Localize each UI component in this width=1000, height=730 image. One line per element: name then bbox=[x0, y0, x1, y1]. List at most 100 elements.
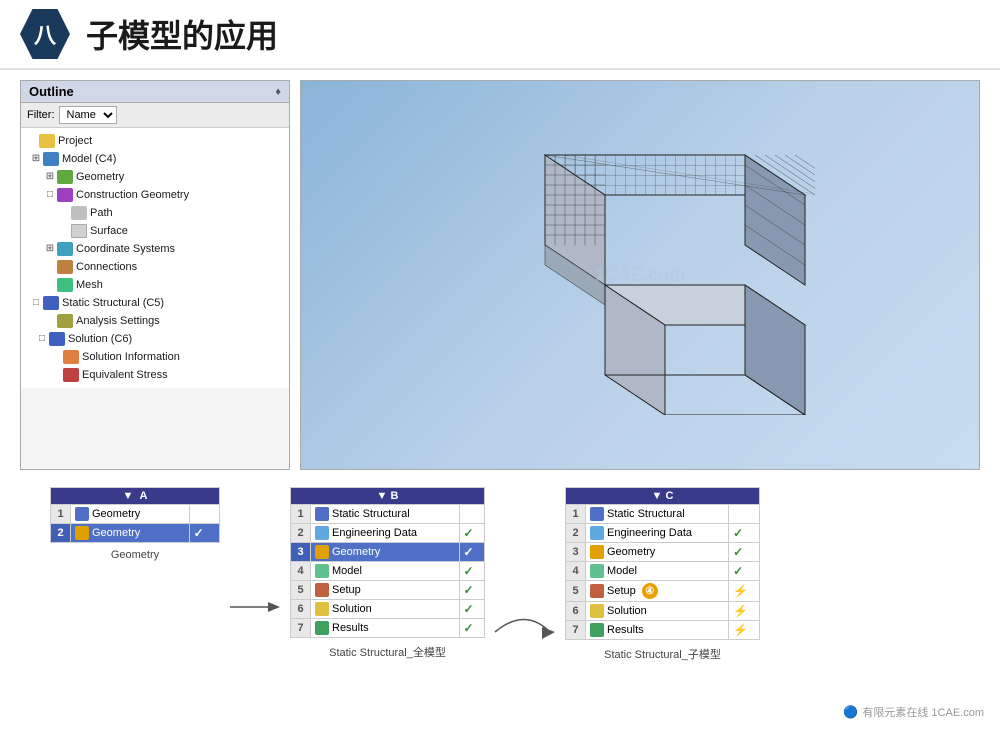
row-num: 7 bbox=[291, 619, 311, 638]
expand-construction[interactable]: □ bbox=[43, 187, 57, 203]
outline-header: Outline ♦ bbox=[21, 81, 289, 103]
tree-item-coordinate[interactable]: ⊞ Coordinate Systems bbox=[21, 240, 289, 258]
table-row: 1 Static Structural bbox=[291, 505, 485, 524]
icon-coordinate bbox=[57, 242, 73, 256]
label-construction: Construction Geometry bbox=[76, 187, 189, 203]
row-check: ✓ bbox=[459, 600, 485, 619]
row-check: ✓ bbox=[459, 562, 485, 581]
label-model: Model (C4) bbox=[62, 151, 116, 167]
icon-analysis bbox=[57, 314, 73, 328]
filter-select[interactable]: Name bbox=[59, 106, 117, 124]
row-num: 4 bbox=[566, 562, 586, 581]
row-icon bbox=[315, 526, 329, 540]
workflow-block-a: ▼ A 1 Geometry 2 bbox=[50, 487, 220, 561]
expand-coordinate[interactable]: ⊞ bbox=[43, 241, 57, 257]
row-content: Geometry bbox=[71, 505, 190, 524]
icon-model bbox=[43, 152, 59, 166]
row-label: Results bbox=[607, 624, 644, 636]
row-icon bbox=[75, 507, 89, 521]
tree-item-surface[interactable]: Surface bbox=[21, 222, 289, 240]
page-title: 子模型的应用 bbox=[86, 11, 278, 57]
row-num: 3 bbox=[291, 543, 311, 562]
outline-title: Outline bbox=[29, 84, 74, 99]
row-icon bbox=[590, 623, 604, 637]
row-label: Static Structural bbox=[607, 508, 685, 520]
outline-panel: Outline ♦ Filter: Name Project ⊞ Model (… bbox=[20, 80, 290, 470]
table-row: 1 Static Structural bbox=[566, 505, 760, 524]
icon-stress bbox=[63, 368, 79, 382]
tree-item-path[interactable]: Path bbox=[21, 204, 289, 222]
row-check bbox=[729, 505, 760, 524]
tree-item-project[interactable]: Project bbox=[21, 132, 289, 150]
icon-sol-info bbox=[63, 350, 79, 364]
label-connections: Connections bbox=[76, 259, 137, 275]
tree-item-solution[interactable]: □ Solution (C6) bbox=[21, 330, 289, 348]
row-num: 5 bbox=[291, 581, 311, 600]
tree-item-mesh[interactable]: Mesh bbox=[21, 276, 289, 294]
table-row: 1 Geometry bbox=[51, 505, 220, 524]
workflow-table-a: ▼ A 1 Geometry 2 bbox=[50, 487, 220, 543]
table-row: 4 Model ✓ bbox=[291, 562, 485, 581]
row-icon bbox=[590, 507, 604, 521]
row-label: Solution bbox=[332, 603, 372, 615]
col-header-c: ▼ C bbox=[566, 488, 760, 505]
tree-item-sol-info[interactable]: Solution Information bbox=[21, 348, 289, 366]
row-icon bbox=[315, 564, 329, 578]
tree-item-model[interactable]: ⊞ Model (C4) bbox=[21, 150, 289, 168]
row-content: Model bbox=[586, 562, 729, 581]
row-label: Setup bbox=[332, 584, 361, 596]
icon-connections bbox=[57, 260, 73, 274]
row-check: ⚡ bbox=[729, 581, 760, 602]
row-check: ✓ bbox=[459, 619, 485, 638]
row-num: 6 bbox=[566, 602, 586, 621]
row-content: Geometry bbox=[311, 543, 460, 562]
icon-path bbox=[71, 206, 87, 220]
row-label: Engineering Data bbox=[332, 527, 417, 539]
tree-item-geometry[interactable]: ⊞ Geometry bbox=[21, 168, 289, 186]
expand-geometry[interactable]: ⊞ bbox=[43, 169, 57, 185]
arrow-b-c-svg bbox=[495, 617, 555, 657]
watermark-logo: 🔵 有限元素在线 1CAE.com bbox=[843, 704, 984, 720]
tree-item-construction[interactable]: □ Construction Geometry bbox=[21, 186, 289, 204]
main-content: Outline ♦ Filter: Name Project ⊞ Model (… bbox=[0, 70, 1000, 480]
workflow-table-c: ▼ C 1 Static Structural 2 bbox=[565, 487, 760, 640]
label-analysis: Analysis Settings bbox=[76, 313, 160, 329]
block-label-c: Static Structural_子模型 bbox=[604, 646, 721, 662]
tree-item-connections[interactable]: Connections bbox=[21, 258, 289, 276]
icon-solution bbox=[49, 332, 65, 346]
chapter-badge: 八 bbox=[20, 9, 70, 59]
table-row: 2 Engineering Data ✓ bbox=[291, 524, 485, 543]
expand-model[interactable]: ⊞ bbox=[29, 151, 43, 167]
row-icon bbox=[590, 584, 604, 598]
row-check: ✓ bbox=[729, 524, 760, 543]
tree-item-analysis[interactable]: Analysis Settings bbox=[21, 312, 289, 330]
tree-item-stress[interactable]: Equivalent Stress bbox=[21, 366, 289, 384]
tree-item-static[interactable]: □ Static Structural (C5) bbox=[21, 294, 289, 312]
expand-solution[interactable]: □ bbox=[35, 331, 49, 347]
row-check: ✓ bbox=[459, 543, 485, 562]
row-content: Static Structural bbox=[586, 505, 729, 524]
row-icon bbox=[315, 507, 329, 521]
icon-geometry bbox=[57, 170, 73, 184]
row-label: Model bbox=[607, 565, 637, 577]
row-label: Solution bbox=[607, 605, 647, 617]
expand-static[interactable]: □ bbox=[29, 295, 43, 311]
row-content: Setup ④ bbox=[586, 581, 729, 602]
table-row: 3 Geometry ✓ bbox=[566, 543, 760, 562]
watermark-text: 有限元素在线 1CAE.com bbox=[862, 704, 984, 720]
row-num: 2 bbox=[291, 524, 311, 543]
table-row: 5 Setup ✓ bbox=[291, 581, 485, 600]
table-row: 2 Engineering Data ✓ bbox=[566, 524, 760, 543]
bottom-section: ▼ A 1 Geometry 2 bbox=[0, 475, 1000, 730]
row-content: Solution bbox=[311, 600, 460, 619]
col-header-a: ▼ A bbox=[51, 488, 220, 505]
pin-icon[interactable]: ♦ bbox=[275, 86, 281, 98]
col-arrow-a: ▼ bbox=[123, 490, 134, 502]
row-content: Results bbox=[311, 619, 460, 638]
workflow-table-b: ▼ B 1 Static Structural 2 bbox=[290, 487, 485, 638]
row-content: Results bbox=[586, 621, 729, 640]
row-label: Geometry bbox=[332, 546, 380, 558]
viewport-watermark: 1CAE.com bbox=[595, 265, 685, 286]
row-num: 4 bbox=[291, 562, 311, 581]
row-check: ✓ bbox=[729, 543, 760, 562]
